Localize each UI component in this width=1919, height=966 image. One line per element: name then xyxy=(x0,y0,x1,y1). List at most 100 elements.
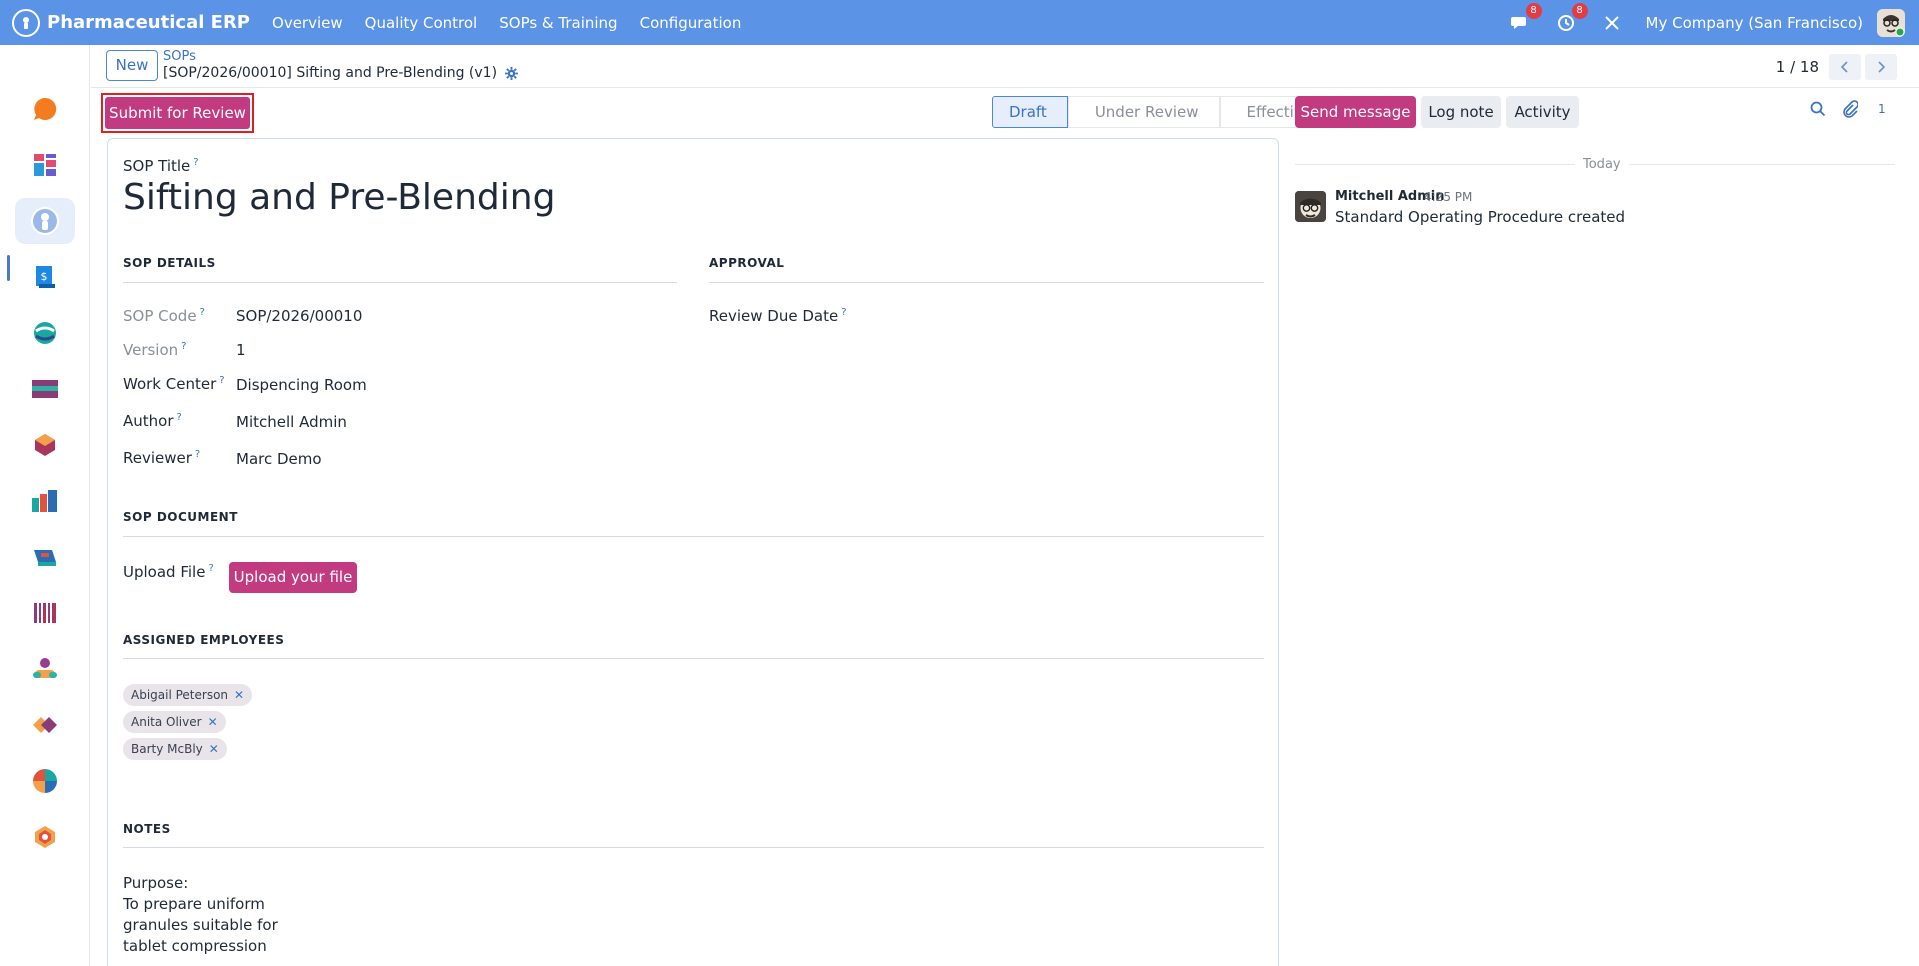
pager: 1 / 18 xyxy=(1776,54,1897,80)
sidebar-app-pharmaceutical-erp-icon[interactable] xyxy=(15,198,75,244)
upload-file-label: Upload File? xyxy=(123,563,214,581)
version-value: 1 xyxy=(236,341,246,359)
upload-file-label-text: Upload File xyxy=(123,563,206,581)
author-label-text: Author xyxy=(123,412,174,430)
employee-tag-label: Abigail Peterson xyxy=(131,688,229,702)
help-icon[interactable]: ? xyxy=(208,563,213,574)
sidebar-app-employees-icon[interactable] xyxy=(15,646,75,692)
section-notes: NOTES xyxy=(123,822,171,836)
sidebar-app-discuss-icon[interactable] xyxy=(15,86,75,132)
status-bar: Draft Under Review Effective xyxy=(992,96,1333,128)
user-avatar[interactable] xyxy=(1877,8,1905,37)
employee-tag-label: Anita Oliver xyxy=(131,715,202,729)
gear-icon[interactable] xyxy=(505,66,519,80)
control-panel: New SOPs [SOP/2026/00010] Sifting and Pr… xyxy=(91,45,1919,88)
help-icon[interactable]: ? xyxy=(177,412,182,423)
search-icon[interactable] xyxy=(1810,101,1826,117)
work-center-label-text: Work Center xyxy=(123,375,217,393)
reviewer-field[interactable]: Marc Demo xyxy=(236,450,322,468)
messages-icon[interactable]: 8 xyxy=(1508,2,1542,35)
employee-tag: Anita Oliver ✕ xyxy=(123,711,226,733)
sop-code-label-text: SOP Code xyxy=(123,307,197,325)
sidebar-app-payroll-icon[interactable] xyxy=(15,366,75,412)
messages-badge: 8 xyxy=(1525,2,1542,19)
new-button[interactable]: New xyxy=(106,50,158,81)
section-divider xyxy=(123,282,677,283)
sop-title-value[interactable]: Sifting and Pre-Blending xyxy=(123,177,555,218)
brand-logo-icon xyxy=(12,8,40,37)
brand-name: Pharmaceutical ERP xyxy=(47,12,251,33)
remove-tag-icon[interactable]: ✕ xyxy=(209,738,219,760)
work-center-label: Work Center? xyxy=(123,375,225,393)
followers-count[interactable]: 1 xyxy=(1878,102,1886,116)
send-message-button[interactable]: Send message xyxy=(1295,96,1416,128)
notes-field[interactable]: Purpose: To prepare uniform granules sui… xyxy=(123,873,278,957)
review-due-date-label-text: Review Due Date xyxy=(709,307,839,325)
chatter-tools: 1 xyxy=(1810,100,1886,118)
breadcrumb-parent[interactable]: SOPs xyxy=(163,49,196,64)
stage-draft[interactable]: Draft xyxy=(992,96,1068,128)
menu-sops-training[interactable]: SOPs & Training xyxy=(499,14,617,32)
activities-badge: 8 xyxy=(1571,2,1588,19)
menu-overview[interactable]: Overview xyxy=(272,14,343,32)
message-author-avatar[interactable] xyxy=(1295,191,1326,222)
date-separator: Today xyxy=(1575,157,1629,172)
help-icon[interactable]: ? xyxy=(841,307,846,318)
form-sheet: SOP Title? Sifting and Pre-Blending SOP … xyxy=(107,138,1279,966)
activity-clock-icon[interactable]: 8 xyxy=(1554,2,1588,35)
help-icon[interactable]: ? xyxy=(193,157,198,168)
sidebar-app-project-icon[interactable] xyxy=(15,310,75,356)
help-icon[interactable]: ? xyxy=(200,307,205,318)
sop-code-value: SOP/2026/00010 xyxy=(236,307,363,325)
section-divider xyxy=(123,658,1264,659)
author-label: Author? xyxy=(123,412,182,430)
work-center-field[interactable]: Dispencing Room xyxy=(236,376,367,394)
help-icon[interactable]: ? xyxy=(219,375,224,386)
upload-file-button[interactable]: Upload your file xyxy=(229,562,357,593)
top-navbar: Pharmaceutical ERP Overview Quality Cont… xyxy=(0,0,1919,45)
paperclip-icon[interactable] xyxy=(1842,100,1858,118)
stage-under-review[interactable]: Under Review xyxy=(1067,96,1220,128)
sidebar-app-dashboards-icon[interactable] xyxy=(15,142,75,188)
sidebar-app-documents-icon[interactable] xyxy=(15,758,75,804)
section-divider xyxy=(123,536,1264,537)
submit-for-review-highlight: Submit for Review xyxy=(101,93,254,133)
record-name: [SOP/2026/00010] Sifting and Pre-Blendin… xyxy=(163,65,498,81)
apps-sidebar: $ xyxy=(0,45,90,966)
section-divider xyxy=(709,282,1264,283)
sidebar-app-quality-icon[interactable] xyxy=(15,814,75,860)
help-icon[interactable]: ? xyxy=(181,341,186,352)
sidebar-app-invoicing-icon[interactable]: $ xyxy=(15,254,75,300)
menu-configuration[interactable]: Configuration xyxy=(640,14,742,32)
sidebar-app-sign-icon[interactable] xyxy=(15,702,75,748)
svg-text:$: $ xyxy=(41,270,48,283)
pager-value[interactable]: 1 / 18 xyxy=(1776,58,1819,76)
menu-quality-control[interactable]: Quality Control xyxy=(365,14,478,32)
company-switcher[interactable]: My Company (San Francisco) xyxy=(1646,14,1863,32)
remove-tag-icon[interactable]: ✕ xyxy=(234,684,244,706)
brand[interactable]: Pharmaceutical ERP xyxy=(12,8,251,37)
reviewer-label: Reviewer? xyxy=(123,449,200,467)
remove-tag-icon[interactable]: ✕ xyxy=(208,711,218,733)
activity-button[interactable]: Activity xyxy=(1506,96,1579,128)
sidebar-app-inventory-icon[interactable] xyxy=(15,422,75,468)
message-body: Standard Operating Procedure created xyxy=(1335,208,1626,226)
pager-next-icon[interactable] xyxy=(1865,54,1897,80)
section-sop-document: SOP DOCUMENT xyxy=(123,510,238,524)
log-note-button[interactable]: Log note xyxy=(1421,96,1501,128)
tools-icon[interactable] xyxy=(1600,11,1624,35)
sidebar-app-manufacturing-icon[interactable] xyxy=(15,478,75,524)
pager-previous-icon[interactable] xyxy=(1829,54,1861,80)
author-field[interactable]: Mitchell Admin xyxy=(236,413,347,431)
help-icon[interactable]: ? xyxy=(195,449,200,460)
sop-code-label: SOP Code? xyxy=(123,307,205,325)
review-due-date-label: Review Due Date? xyxy=(709,307,847,325)
sidebar-active-indicator xyxy=(7,255,10,281)
section-divider xyxy=(123,847,1264,848)
sop-title-label-text: SOP Title xyxy=(123,157,191,175)
version-label-text: Version xyxy=(123,341,179,359)
sidebar-app-point-of-sale-icon[interactable] xyxy=(15,534,75,580)
sidebar-app-barcode-icon[interactable] xyxy=(15,590,75,636)
submit-for-review-button[interactable]: Submit for Review xyxy=(105,97,250,129)
employee-tag: Abigail Peterson ✕ xyxy=(123,684,253,706)
